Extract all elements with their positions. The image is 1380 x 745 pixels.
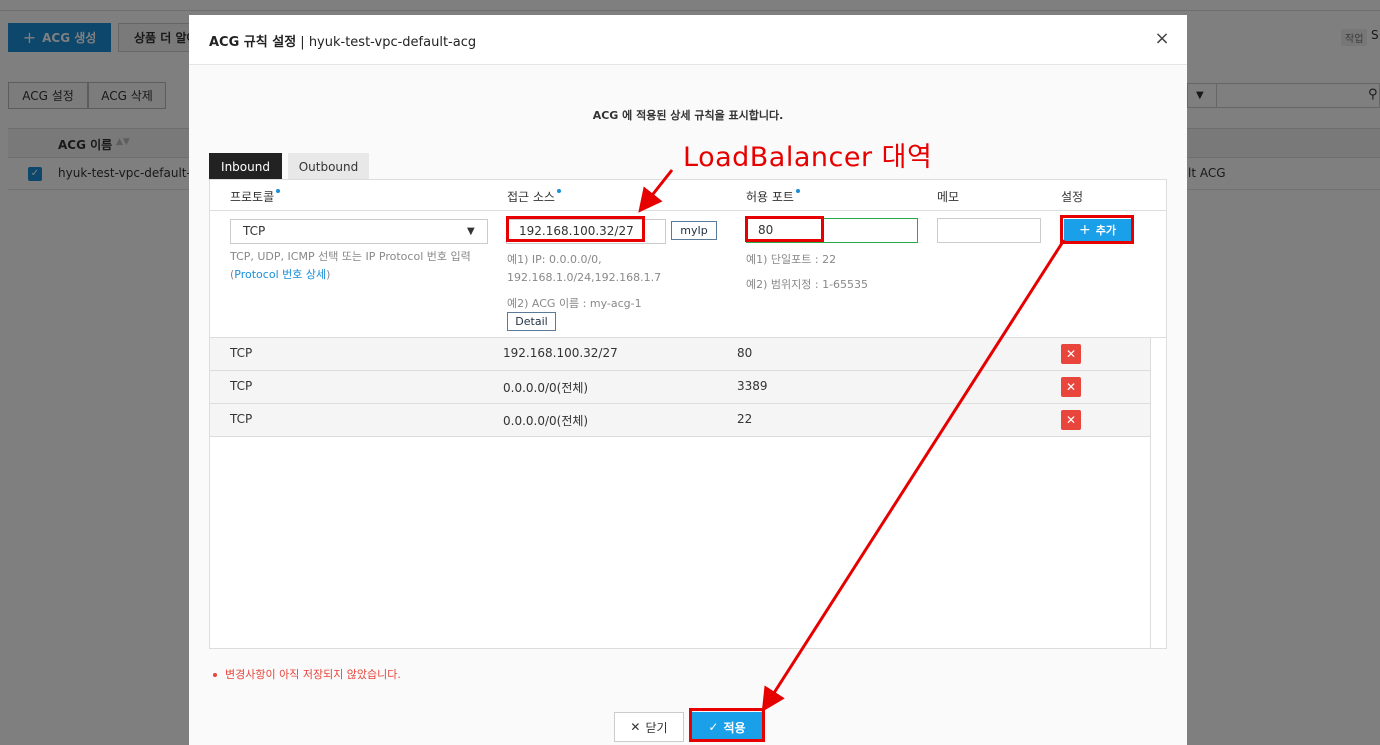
delete-rule-icon[interactable]: ✕ [1061, 377, 1081, 397]
plus-icon: + [1079, 222, 1091, 238]
apply-button-label: 적용 [723, 720, 746, 735]
acg-rule-modal: ACG 규칙 설정 | hyuk-test-vpc-default-acg × … [189, 15, 1187, 745]
protocol-help: TCP, UDP, ICMP 선택 또는 IP Protocol 번호 입력 (… [230, 250, 471, 281]
source-input[interactable]: 192.168.100.32/27 [506, 219, 666, 244]
close-button[interactable]: ✕ 닫기 [614, 712, 684, 742]
close-button-label: 닫기 [645, 720, 668, 735]
unsaved-warning: 변경사항이 아직 저장되지 않았습니다. [213, 666, 401, 682]
add-rule-label: 추가 [1095, 224, 1116, 237]
modal-title-acg: | hyuk-test-vpc-default-acg [296, 35, 477, 50]
rule-source: 192.168.100.32/27 [503, 346, 618, 360]
rules-panel: 프로토콜 접근 소스 허용 포트 메모 설정 TCP ▼ TCP, UDP, I… [209, 179, 1167, 649]
port-help-line2: 예2) 범위지정 : 1-65535 [746, 278, 869, 291]
source-column-header: 접근 소스 [507, 188, 561, 205]
loadbalancer-annotation-label: LoadBalancer 대역 [683, 142, 933, 173]
table-row: TCP 192.168.100.32/27 80 ✕ [210, 338, 1150, 371]
required-dot [556, 189, 561, 193]
add-rule-button[interactable]: + 추가 [1064, 219, 1131, 241]
tab-inbound[interactable]: Inbound [209, 153, 282, 180]
table-row: TCP 0.0.0.0/0(전체) 3389 ✕ [210, 371, 1150, 404]
modal-description: ACG 에 적용된 상세 규칙을 표시합니다. [592, 109, 784, 122]
port-help-line1: 예1) 단일포트 : 22 [746, 253, 837, 266]
memo-input[interactable] [937, 218, 1041, 243]
tab-outbound[interactable]: Outbound [288, 153, 369, 180]
source-help-line2: 192.168.1.0/24,192.168.1.7 [507, 271, 662, 284]
protocol-select[interactable]: TCP ▼ [230, 219, 488, 244]
required-dot [276, 189, 281, 193]
protocol-column-header: 프로토콜 [230, 188, 281, 205]
memo-column-header: 메모 [937, 190, 960, 204]
source-help-line1: 예1) IP: 0.0.0.0/0, [507, 253, 602, 266]
port-input[interactable]: 80 [746, 218, 918, 243]
rule-port: 22 [737, 412, 753, 426]
myip-button[interactable]: myIp [671, 221, 717, 240]
rules-scrollbar[interactable] [1150, 338, 1166, 648]
table-row: TCP 0.0.0.0/0(전체) 22 ✕ [210, 404, 1150, 437]
required-dot [795, 189, 800, 193]
protocol-help-text: TCP, UDP, ICMP 선택 또는 IP Protocol 번호 입력 [230, 250, 471, 263]
delete-rule-icon[interactable]: ✕ [1061, 410, 1081, 430]
warning-dot [213, 673, 217, 677]
rule-port: 80 [737, 346, 753, 360]
close-icon: ✕ [630, 720, 641, 734]
rules-list: TCP 192.168.100.32/27 80 ✕ TCP 0.0.0.0/0… [210, 338, 1150, 648]
rule-source: 0.0.0.0/0(전체) [503, 381, 589, 395]
rule-protocol: TCP [230, 346, 253, 360]
source-help: 예1) IP: 0.0.0.0/0, 192.168.1.0/24,192.16… [507, 251, 661, 313]
new-rule-form: TCP ▼ TCP, UDP, ICMP 선택 또는 IP Protocol 번… [210, 211, 1166, 338]
settings-column-header: 설정 [1061, 190, 1084, 204]
delete-rule-icon[interactable]: ✕ [1061, 344, 1081, 364]
caret-down-icon: ▼ [467, 226, 475, 237]
close-icon[interactable]: × [1152, 29, 1172, 49]
modal-title-main: ACG 규칙 설정 [209, 35, 297, 50]
check-icon: ✓ [708, 720, 719, 734]
port-column-header: 허용 포트 [746, 188, 800, 205]
rule-source: 0.0.0.0/0(전체) [503, 414, 589, 428]
protocol-number-link[interactable]: Protocol 번호 상세 [234, 268, 326, 281]
modal-title: ACG 규칙 설정 | hyuk-test-vpc-default-acg [209, 31, 476, 50]
rules-table-header: 프로토콜 접근 소스 허용 포트 메모 설정 [210, 180, 1166, 211]
modal-header: ACG 규칙 설정 | hyuk-test-vpc-default-acg × [189, 15, 1187, 65]
protocol-select-value: TCP [243, 224, 266, 238]
port-help: 예1) 단일포트 : 22 예2) 범위지정 : 1-65535 [746, 247, 868, 297]
detail-button[interactable]: Detail [507, 312, 556, 331]
rule-port: 3389 [737, 379, 768, 393]
rule-protocol: TCP [230, 379, 253, 393]
source-help-line3: 예2) ACG 이름 : my-acg-1 [507, 297, 642, 310]
rule-protocol: TCP [230, 412, 253, 426]
apply-button[interactable]: ✓ 적용 [691, 712, 763, 742]
